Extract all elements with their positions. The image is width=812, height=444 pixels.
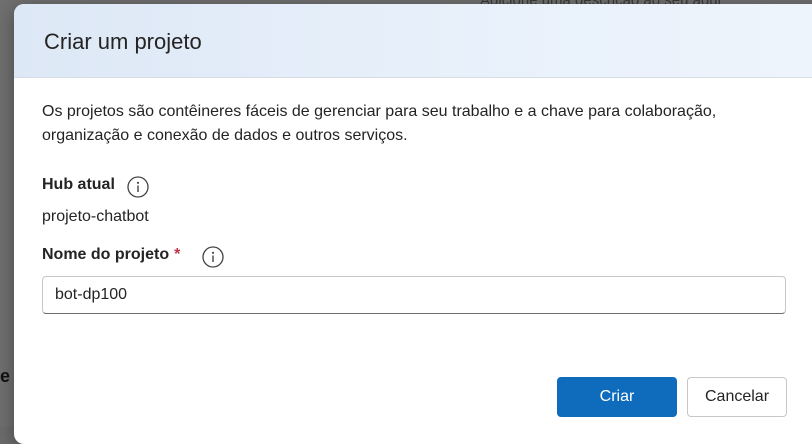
info-icon[interactable] <box>127 176 149 198</box>
project-name-input[interactable] <box>42 276 786 314</box>
required-marker: * <box>174 246 181 263</box>
hub-label-row: Hub atual <box>42 176 149 198</box>
hub-value: projeto-chatbot <box>42 208 149 225</box>
project-name-label-row: Nome do projeto * <box>42 246 224 268</box>
create-project-dialog: Criar um projeto Os projetos são contêin… <box>14 4 812 444</box>
project-name-label: Nome do projeto <box>42 246 170 263</box>
dialog-description: Os projetos são contêineres fáceis de ge… <box>42 103 717 144</box>
info-icon[interactable] <box>202 246 224 268</box>
background-edge-text: e <box>0 366 11 386</box>
create-button[interactable]: Criar <box>557 377 677 417</box>
cancel-button[interactable]: Cancelar <box>687 377 787 417</box>
dialog-header: Criar um projeto <box>14 4 812 78</box>
hub-label: Hub atual <box>42 176 115 193</box>
dialog-title: Criar um projeto <box>44 28 202 54</box>
